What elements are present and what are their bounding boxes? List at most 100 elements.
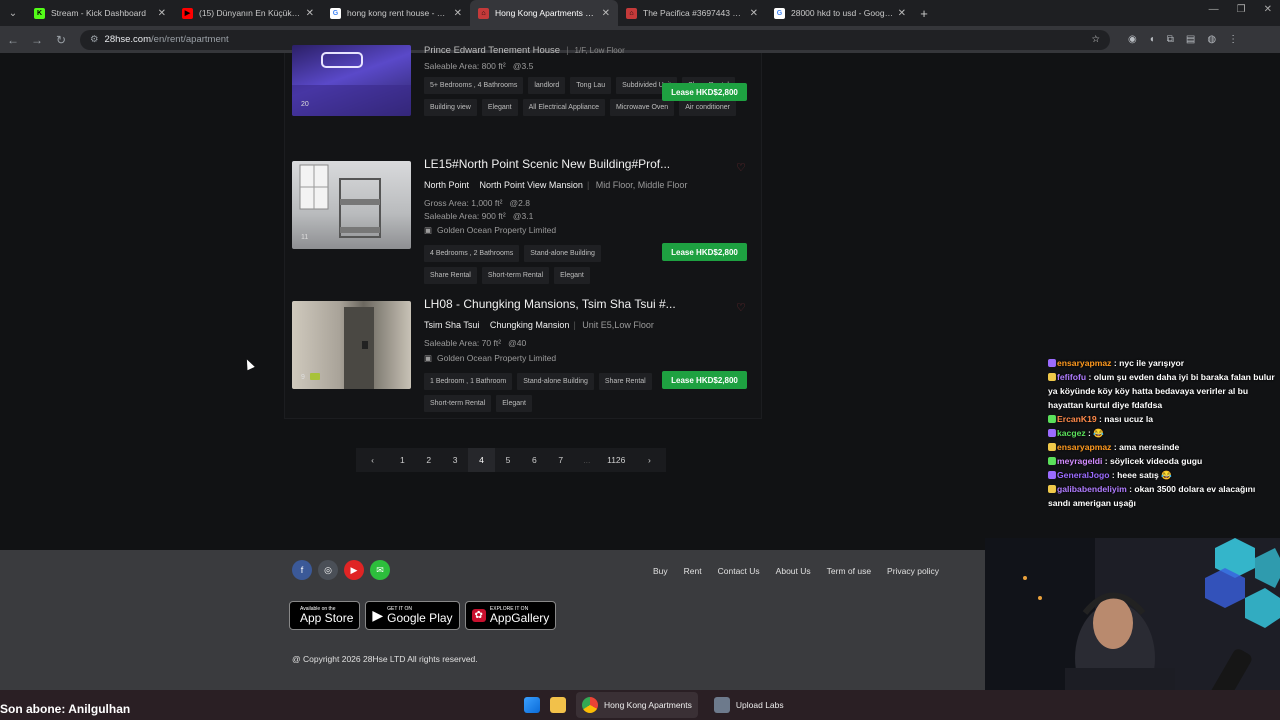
- store-badge[interactable]: ▶ GET IT ON Google Play: [365, 601, 460, 630]
- maximize-icon[interactable]: ❐: [1237, 4, 1246, 15]
- taskbar-app-upload-labs[interactable]: Upload Labs: [708, 692, 790, 718]
- youtube-icon[interactable]: ▶: [344, 560, 364, 580]
- next-page-button[interactable]: ›: [633, 448, 666, 472]
- agent-name[interactable]: ▣ Golden Ocean Property Limited: [424, 225, 754, 236]
- chat-text: : heee satış 😂: [1109, 470, 1172, 480]
- reload-icon[interactable]: ↻: [50, 33, 72, 47]
- page-number-button[interactable]: 7: [548, 448, 574, 472]
- page-number-button[interactable]: 2: [416, 448, 442, 472]
- last-page-button[interactable]: 1126: [600, 448, 633, 472]
- browser-tab[interactable]: ▶ (15) Dünyanın En Küçük Evleri ✕: [174, 0, 322, 26]
- footer-link[interactable]: Buy: [653, 566, 668, 576]
- district-link[interactable]: Tsim Sha Tsui: [424, 320, 479, 330]
- upload-labs-icon: [713, 697, 730, 713]
- extension-icon[interactable]: ◉: [1128, 34, 1137, 45]
- browser-tab[interactable]: ⌂ The Pacifica #3697443 Rental P ✕: [618, 0, 766, 26]
- page-number-button[interactable]: 5: [495, 448, 521, 472]
- store-badge[interactable]: ✿ EXPLORE IT ON AppGallery: [464, 601, 557, 630]
- tab-close-icon[interactable]: ✕: [898, 8, 906, 19]
- chat-message: ErcanK19 : nası ucuz la: [1043, 412, 1280, 426]
- tab-close-icon[interactable]: ✕: [306, 8, 314, 19]
- feature-tag: Tong Lau: [570, 77, 612, 94]
- tab-close-icon[interactable]: ✕: [750, 8, 758, 19]
- tab-close-icon[interactable]: ✕: [602, 8, 610, 19]
- listing-card[interactable]: 20 Prince Edward Tenement House | 1/F, Low…: [292, 45, 752, 145]
- agent-name[interactable]: ▣ Golden Ocean Property Limited: [424, 353, 754, 364]
- audio-icon[interactable]: ◖: [1149, 34, 1155, 45]
- tag-list: 1 Bedroom , 1 Bathroom Stand-alone Buildi…: [424, 373, 654, 412]
- media-icon[interactable]: ▤: [1186, 34, 1195, 45]
- chrome-icon: [582, 697, 598, 713]
- browser-tab[interactable]: K Stream - Kick Dashboard ✕: [26, 0, 174, 26]
- profile-avatar[interactable]: ◍: [1207, 34, 1216, 45]
- tab-favicon: ⌂: [478, 7, 489, 19]
- lease-price-button[interactable]: Lease HKD$2,800: [662, 83, 747, 101]
- instagram-icon[interactable]: ◎: [318, 560, 338, 580]
- video-icon: [309, 373, 320, 380]
- forward-icon[interactable]: →: [26, 33, 48, 47]
- district-link[interactable]: North Point: [424, 180, 469, 190]
- estate-link[interactable]: North Point View Mansion: [480, 180, 583, 190]
- feature-tag: Share Rental: [598, 373, 652, 390]
- new-tab-button[interactable]: +: [914, 6, 934, 21]
- footer-link[interactable]: Privacy policy: [887, 566, 939, 576]
- photo-count: 9: [301, 373, 320, 381]
- url-path: /en/rent/apartment: [151, 34, 229, 45]
- listing-card[interactable]: 9 LH08 - Chungking Mansions, Tsim Sha Ts…: [292, 297, 754, 421]
- windows-start-icon[interactable]: [524, 697, 540, 713]
- wechat-icon[interactable]: ✉: [370, 560, 390, 580]
- chat-message: kacgez : 😂: [1043, 426, 1280, 440]
- tab-close-icon[interactable]: ✕: [158, 8, 166, 19]
- store-badge-name: App Store: [300, 611, 354, 625]
- browser-tab[interactable]: ⌂ Hong Kong Apartments Rental ✕: [470, 0, 618, 26]
- bookmark-star-icon[interactable]: ☆: [1091, 34, 1100, 45]
- close-window-icon[interactable]: ✕: [1264, 4, 1272, 15]
- page-number-button[interactable]: 4: [468, 448, 495, 472]
- store-icon: ✿: [471, 609, 486, 622]
- puzzle-icon[interactable]: ⧉: [1167, 34, 1174, 45]
- listing-card[interactable]: 11 LE15#North Point Scenic New Building#…: [292, 157, 754, 291]
- prev-page-button[interactable]: ‹: [356, 448, 389, 472]
- menu-icon[interactable]: ⋮: [1228, 34, 1238, 45]
- listing-thumbnail[interactable]: 9: [292, 301, 411, 389]
- store-badge-name: Google Play: [387, 611, 453, 625]
- listing-thumbnail[interactable]: 20: [292, 45, 411, 116]
- chat-text: : söylicek videoda gugu: [1102, 456, 1203, 466]
- lease-price-button[interactable]: Lease HKD$2,800: [662, 371, 747, 389]
- feature-tag: Stand-alone Building: [524, 245, 601, 262]
- listing-title[interactable]: LH08 - Chungking Mansions, Tsim Sha Tsui…: [424, 297, 754, 311]
- feature-tag: 1 Bedroom , 1 Bathroom: [424, 373, 513, 390]
- bunk-bed-photo: [299, 164, 381, 238]
- footer-link[interactable]: Rent: [684, 566, 702, 576]
- tab-search-icon[interactable]: ⌄: [0, 0, 26, 26]
- chat-badge-icon: [1048, 443, 1056, 451]
- browser-tab[interactable]: Ghong kong rent house - Google ✕: [322, 0, 470, 26]
- tab-favicon: G: [774, 7, 785, 19]
- listing-title[interactable]: Prince Edward Tenement House | 1/F, Low Fl…: [424, 45, 754, 56]
- browser-tab[interactable]: G 28000 hkd to usd - Google'da A ✕: [766, 0, 914, 26]
- listing-thumbnail[interactable]: 11: [292, 161, 411, 249]
- tab-close-icon[interactable]: ✕: [454, 8, 462, 19]
- store-badge[interactable]: Available on the App Store: [289, 601, 361, 630]
- favorite-heart-icon[interactable]: ♡: [736, 161, 746, 174]
- favorite-heart-icon[interactable]: ♡: [736, 301, 746, 314]
- facebook-icon[interactable]: f: [292, 560, 312, 580]
- lease-price-button[interactable]: Lease HKD$2,800: [662, 243, 747, 261]
- minimize-icon[interactable]: —: [1209, 4, 1219, 15]
- footer-link[interactable]: Term of use: [827, 566, 871, 576]
- page-number-button[interactable]: 3: [442, 448, 468, 472]
- back-icon[interactable]: ←: [2, 33, 24, 47]
- footer-link[interactable]: Contact Us: [718, 566, 760, 576]
- mouse-cursor: [243, 357, 255, 371]
- footer-link[interactable]: About Us: [776, 566, 811, 576]
- file-explorer-icon[interactable]: [550, 697, 566, 713]
- site-info-icon[interactable]: ⚙: [90, 34, 99, 45]
- estate-link[interactable]: Chungking Mansion: [490, 320, 570, 330]
- page-number-button[interactable]: 1: [389, 448, 415, 472]
- tab-title: (15) Dünyanın En Küçük Evleri: [199, 8, 302, 18]
- taskbar-app-chrome[interactable]: Hong Kong Apartments: [576, 692, 698, 718]
- listing-title[interactable]: LE15#North Point Scenic New Building#Pro…: [424, 157, 754, 171]
- last-subscriber-overlay: Son abone: Anilgulhan: [0, 702, 131, 716]
- page-number-button[interactable]: 6: [521, 448, 547, 472]
- chat-text: : 😂: [1085, 428, 1105, 438]
